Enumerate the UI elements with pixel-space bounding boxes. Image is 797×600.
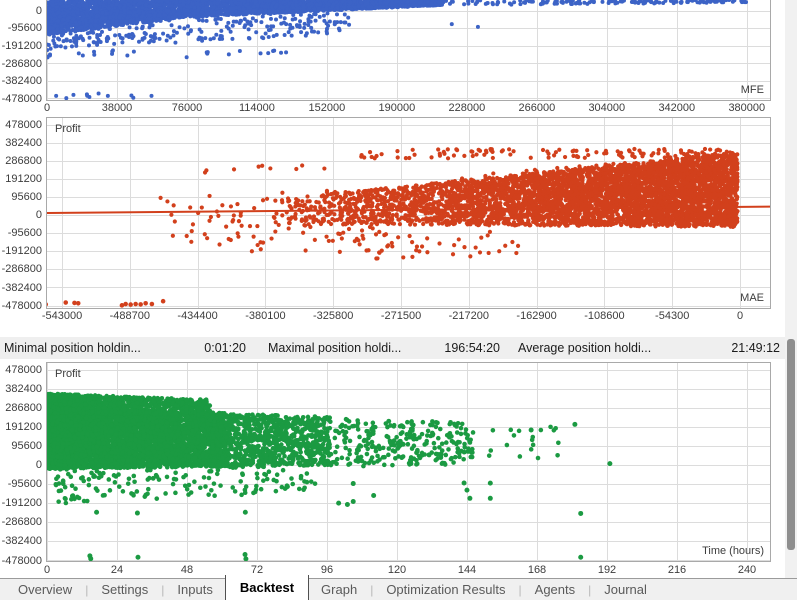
mae-axis-tag: MAE — [740, 292, 764, 304]
time-plot-area[interactable] — [46, 362, 771, 562]
mae-y-tick-label: 382400 — [0, 137, 42, 149]
tab-inputs[interactable]: Inputs — [165, 579, 224, 600]
time-y-tick-label: -382400 — [0, 535, 42, 547]
mfe-x-tick-label: 152000 — [309, 102, 346, 114]
status-value: 0:01:20 — [204, 341, 246, 355]
tab-optimization-results[interactable]: Optimization Results — [374, 579, 517, 600]
tab-agents[interactable]: Agents — [523, 579, 587, 600]
time-x-tick-label: 168 — [528, 564, 546, 576]
time-x-tick-label: 120 — [388, 564, 406, 576]
status-label: Minimal position holdin... — [4, 341, 141, 355]
time-scatter-canvas[interactable] — [47, 363, 770, 561]
mfe-x-tick-label: 190000 — [379, 102, 416, 114]
mfe-x-tick-label: 342000 — [658, 102, 695, 114]
mae-y-tick-label: 191200 — [0, 173, 42, 185]
mae-x-tick-label: 0 — [737, 310, 743, 322]
mae-scatter-canvas[interactable] — [47, 118, 770, 308]
time-x-tick-label: 48 — [181, 564, 193, 576]
mfe-axis-tag: MFE — [741, 84, 764, 96]
status-label: Average position holdi... — [518, 341, 651, 355]
mae-y-tick-label: -191200 — [0, 245, 42, 257]
time-x-tick-label: 24 — [111, 564, 123, 576]
mae-y-tick-label: 0 — [0, 209, 42, 221]
time-y-tick-label: 191200 — [0, 421, 42, 433]
mfe-x-tick-label: 76000 — [172, 102, 203, 114]
mae-x-tick-label: -162900 — [516, 310, 556, 322]
mae-x-tick-label: -325800 — [313, 310, 353, 322]
mae-y-tick-label: -95600 — [0, 227, 42, 239]
status-average-holding: Average position holdi... 21:49:12 — [504, 341, 785, 355]
time-x-tick-label: 240 — [738, 564, 756, 576]
mfe-y-tick-label: -382400 — [0, 75, 42, 87]
time-y-tick-label: 0 — [0, 459, 42, 471]
status-label: Maximal position holdi... — [268, 341, 401, 355]
time-y-tick-label: -95600 — [0, 478, 42, 490]
tab-settings[interactable]: Settings — [89, 579, 160, 600]
time-x-tick-label: 144 — [458, 564, 476, 576]
time-y-tick-label: -286800 — [0, 516, 42, 528]
tab-overview[interactable]: Overview — [6, 579, 84, 600]
strategy-tester-window: 0-95600-191200-286800-382400-47800003800… — [0, 0, 797, 600]
mae-profit-axis-label: Profit — [55, 123, 81, 135]
tab-bar: Overview|Settings|InputsBacktestGraph|Op… — [0, 578, 797, 600]
mfe-y-tick-label: 0 — [0, 5, 42, 17]
time-x-tick-label: 96 — [321, 564, 333, 576]
mae-y-tick-label: 478000 — [0, 119, 42, 131]
time-y-tick-label: 478000 — [0, 364, 42, 376]
mfe-scatter-canvas[interactable] — [47, 0, 770, 100]
time-y-tick-label: 286800 — [0, 402, 42, 414]
mfe-x-tick-label: 38000 — [102, 102, 133, 114]
mfe-y-tick-label: -95600 — [0, 22, 42, 34]
mae-x-tick-label: -543000 — [42, 310, 82, 322]
status-value: 21:49:12 — [731, 341, 780, 355]
time-profit-axis-label: Profit — [55, 368, 81, 380]
time-x-tick-label: 216 — [668, 564, 686, 576]
tab-journal[interactable]: Journal — [592, 579, 659, 600]
mae-x-tick-label: -380100 — [245, 310, 285, 322]
scrollbar-thumb[interactable] — [787, 339, 795, 550]
time-y-tick-label: 382400 — [0, 383, 42, 395]
mae-x-tick-label: -108600 — [584, 310, 624, 322]
time-y-tick-label: -191200 — [0, 497, 42, 509]
mae-x-tick-label: -488700 — [110, 310, 150, 322]
mae-y-tick-label: -478000 — [0, 300, 42, 312]
mae-x-tick-label: -217200 — [449, 310, 489, 322]
mae-x-tick-label: -271500 — [381, 310, 421, 322]
mae-y-tick-label: 95600 — [0, 191, 42, 203]
tab-graph[interactable]: Graph — [309, 579, 369, 600]
mae-plot-area[interactable] — [46, 117, 771, 309]
time-y-tick-label: 95600 — [0, 440, 42, 452]
mfe-y-tick-label: -286800 — [0, 58, 42, 70]
mfe-y-tick-label: -478000 — [0, 93, 42, 105]
time-x-tick-label: 0 — [44, 564, 50, 576]
mfe-x-tick-label: 0 — [44, 102, 50, 114]
mfe-x-tick-label: 266000 — [519, 102, 556, 114]
position-holding-status-bar: Minimal position holdin... 0:01:20 Maxim… — [0, 337, 785, 359]
status-minimal-holding: Minimal position holdin... 0:01:20 — [0, 341, 252, 355]
tab-list: Overview|Settings|InputsBacktestGraph|Op… — [0, 579, 659, 600]
mfe-x-tick-label: 304000 — [588, 102, 625, 114]
mae-y-tick-label: -286800 — [0, 263, 42, 275]
mae-x-tick-label: -434400 — [177, 310, 217, 322]
vertical-scrollbar[interactable] — [785, 0, 797, 578]
mfe-x-tick-label: 380000 — [728, 102, 765, 114]
mae-y-tick-label: 286800 — [0, 155, 42, 167]
tab-backtest[interactable]: Backtest — [225, 575, 309, 600]
mfe-x-tick-label: 114000 — [239, 102, 275, 114]
status-value: 196:54:20 — [444, 341, 500, 355]
time-axis-tag: Time (hours) — [702, 545, 764, 557]
time-y-tick-label: -478000 — [0, 555, 42, 567]
status-maximal-holding: Maximal position holdi... 196:54:20 — [252, 341, 504, 355]
time-x-tick-label: 192 — [598, 564, 616, 576]
mfe-x-tick-label: 228000 — [449, 102, 486, 114]
mfe-y-tick-label: -191200 — [0, 40, 42, 52]
mae-y-tick-label: -382400 — [0, 282, 42, 294]
backtest-results-panel: 0-95600-191200-286800-382400-47800003800… — [0, 0, 797, 578]
mfe-plot-area[interactable] — [46, 0, 771, 101]
mae-x-tick-label: -54300 — [655, 310, 689, 322]
